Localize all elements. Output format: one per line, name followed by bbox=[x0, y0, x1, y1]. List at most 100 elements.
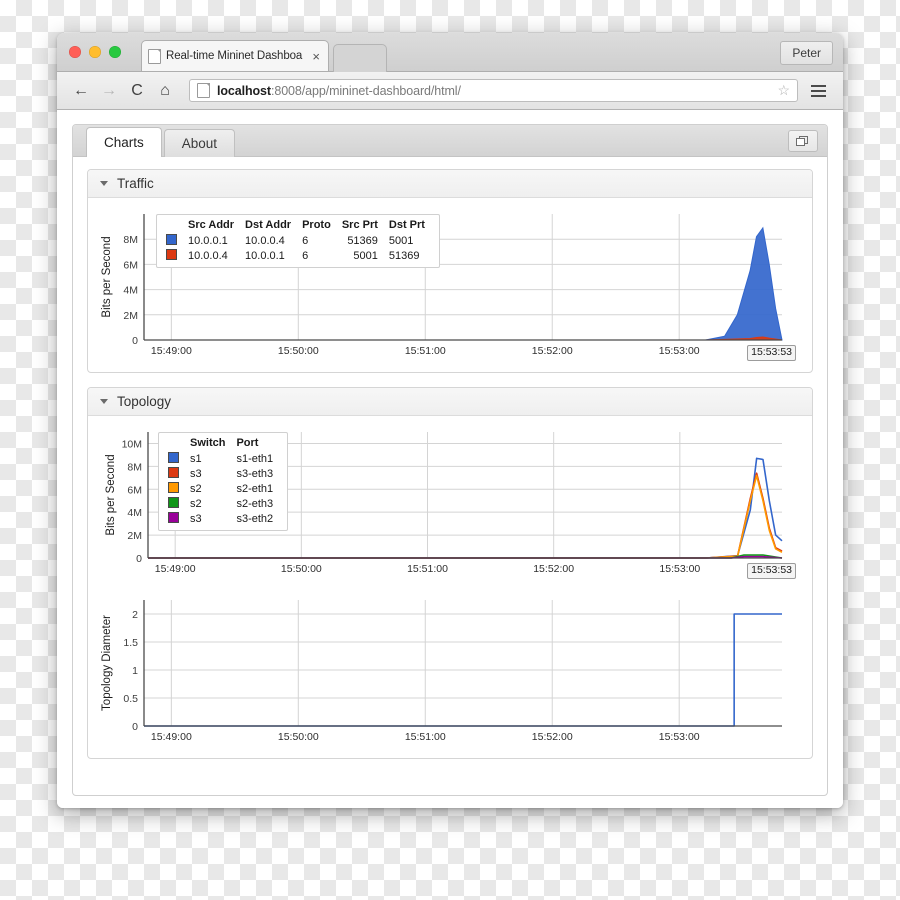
minimize-window-button[interactable] bbox=[89, 46, 101, 58]
home-icon[interactable]: ⌂ bbox=[153, 79, 177, 103]
svg-text:15:53:00: 15:53:00 bbox=[659, 731, 700, 743]
url-host: localhost bbox=[217, 83, 271, 98]
svg-text:0: 0 bbox=[132, 721, 138, 733]
panel-traffic: Traffic 0 2M 4M 6M 8M 15:49:00 15:50:00 15:51:0… bbox=[87, 169, 813, 373]
legend-swatch bbox=[164, 496, 186, 511]
table-row[interactable]: s3 s3-eth3 bbox=[164, 466, 280, 481]
open-in-new-window-button[interactable] bbox=[788, 130, 818, 152]
table-row[interactable]: 10.0.0.1 10.0.0.4 6 51369 5001 bbox=[162, 233, 432, 248]
chevron-down-icon[interactable] bbox=[100, 181, 108, 186]
svg-text:4M: 4M bbox=[127, 507, 142, 519]
diameter-chart-canvas: 0 0.5 1 1.5 2 15:49:00 15:50:00 15:51:00 15:52:0… bbox=[101, 600, 782, 743]
address-bar-url: localhost:8008/app/mininet-dashboard/htm… bbox=[217, 84, 461, 98]
bookmark-star-icon[interactable]: ☆ bbox=[777, 82, 790, 99]
table-row[interactable]: 10.0.0.4 10.0.0.1 6 5001 51369 bbox=[162, 248, 432, 263]
back-icon[interactable]: ← bbox=[69, 79, 93, 103]
svg-text:6M: 6M bbox=[127, 484, 142, 496]
cell-dst-prt: 5001 bbox=[388, 234, 414, 247]
col-dst-prt: Dst Prt bbox=[388, 219, 425, 231]
svg-text:15:49:00: 15:49:00 bbox=[155, 563, 196, 575]
panel-topology-title: Topology bbox=[117, 394, 172, 409]
color-swatch-green bbox=[168, 497, 179, 508]
legend-swatch bbox=[162, 248, 184, 263]
traffic-legend: Src Addr Dst Addr Proto Src Prt Dst Prt bbox=[156, 214, 440, 268]
svg-text:15:52:00: 15:52:00 bbox=[533, 563, 574, 575]
cell-port: s2-eth3 bbox=[236, 497, 274, 510]
svg-text:15:50:00: 15:50:00 bbox=[281, 563, 322, 575]
col-port: Port bbox=[236, 437, 259, 449]
svg-text:0.5: 0.5 bbox=[123, 693, 138, 705]
table-row[interactable]: s1 s1-eth1 bbox=[164, 451, 280, 466]
traffic-legend-table: Src Addr Dst Addr Proto Src Prt Dst Prt bbox=[162, 218, 432, 263]
color-swatch-orange bbox=[168, 482, 179, 493]
topology-traffic-chart: 0 2M 4M 6M 8M 10M 15:49:00 15:50:00 15:51:00 15:5… bbox=[96, 426, 804, 584]
chevron-down-icon[interactable] bbox=[100, 399, 108, 404]
browser-tab-title: Real-time Mininet Dashboa bbox=[166, 50, 303, 62]
svg-text:1.5: 1.5 bbox=[123, 637, 138, 649]
col-proto: Proto bbox=[302, 219, 331, 231]
cell-port: s2-eth1 bbox=[236, 482, 274, 495]
tab-about[interactable]: About bbox=[163, 129, 236, 157]
panel-topology-header[interactable]: Topology bbox=[88, 388, 812, 416]
color-swatch-purple bbox=[168, 512, 179, 523]
color-swatch-blue bbox=[168, 452, 179, 463]
svg-text:15:52:00: 15:52:00 bbox=[532, 345, 573, 357]
color-swatch-red bbox=[168, 467, 179, 478]
panel-topology: Topology 0 2M 4M 6M 8M 10M 15:49:00 15:50:00 15:… bbox=[87, 387, 813, 759]
col-switch: Switch bbox=[190, 437, 226, 449]
cell-switch: s3 bbox=[190, 512, 202, 525]
svg-text:15:51:00: 15:51:00 bbox=[405, 731, 446, 743]
close-icon[interactable]: × bbox=[310, 50, 322, 63]
svg-text:1: 1 bbox=[132, 665, 138, 677]
cell-port: s3-eth2 bbox=[236, 512, 274, 525]
cell-dst-prt: 51369 bbox=[388, 249, 420, 262]
legend-swatch-header bbox=[162, 218, 184, 233]
cell-src-prt: 51369 bbox=[347, 234, 378, 247]
color-swatch-red bbox=[166, 249, 177, 260]
window-controls bbox=[69, 46, 121, 58]
svg-text:15:50:00: 15:50:00 bbox=[278, 731, 319, 743]
new-tab-button[interactable] bbox=[333, 44, 387, 72]
legend-swatch bbox=[164, 511, 186, 526]
forward-icon[interactable]: → bbox=[97, 79, 121, 103]
svg-text:15:53:00: 15:53:00 bbox=[659, 345, 700, 357]
site-icon bbox=[197, 83, 210, 98]
cell-switch: s2 bbox=[190, 482, 202, 495]
cell-switch: s1 bbox=[190, 452, 202, 465]
close-window-button[interactable] bbox=[69, 46, 81, 58]
cell-dst-addr: 10.0.0.1 bbox=[245, 249, 285, 262]
hamburger-menu-icon[interactable] bbox=[808, 79, 831, 103]
svg-text:2M: 2M bbox=[123, 310, 138, 322]
legend-swatch bbox=[164, 466, 186, 481]
topology-legend: Switch Port s1 s1-eth1 s3 s3-eth3 s2 s2-… bbox=[158, 432, 289, 531]
cell-port: s1-eth1 bbox=[236, 452, 274, 465]
svg-text:15:52:00: 15:52:00 bbox=[532, 731, 573, 743]
topology-legend-table: Switch Port s1 s1-eth1 s3 s3-eth3 s2 s2-… bbox=[164, 436, 280, 526]
browser-tab-active[interactable]: Real-time Mininet Dashboa × bbox=[141, 40, 329, 71]
table-row[interactable]: s2 s2-eth3 bbox=[164, 496, 280, 511]
reload-icon[interactable]: C bbox=[125, 79, 149, 103]
svg-text:15:51:00: 15:51:00 bbox=[407, 563, 448, 575]
cell-proto: 6 bbox=[302, 234, 309, 247]
table-row[interactable]: s3 s3-eth2 bbox=[164, 511, 280, 526]
table-row[interactable]: s2 s2-eth1 bbox=[164, 481, 280, 496]
tab-charts[interactable]: Charts bbox=[86, 127, 162, 157]
traffic-current-time-badge: 15:53:53 bbox=[747, 345, 796, 361]
panel-traffic-header[interactable]: Traffic bbox=[88, 170, 812, 198]
legend-swatch bbox=[164, 481, 186, 496]
svg-text:15:49:00: 15:49:00 bbox=[151, 345, 192, 357]
dashboard-frame: Charts About Traffic 0 2M 4M 6M 8M 15:49… bbox=[72, 124, 828, 796]
user-profile-button[interactable]: Peter bbox=[780, 41, 833, 65]
svg-text:8M: 8M bbox=[127, 461, 142, 473]
topology-current-time-badge: 15:53:53 bbox=[747, 563, 796, 579]
cell-proto: 6 bbox=[302, 249, 309, 262]
panel-topology-body: 0 2M 4M 6M 8M 10M 15:49:00 15:50:00 15:51:00 15:5… bbox=[88, 416, 812, 758]
cell-port: s3-eth3 bbox=[236, 467, 274, 480]
topology-diameter-chart: 0 0.5 1 1.5 2 15:49:00 15:50:00 15:51:00 15:52:0… bbox=[96, 594, 804, 752]
cell-src-addr: 10.0.0.4 bbox=[188, 249, 228, 262]
address-bar[interactable]: localhost:8008/app/mininet-dashboard/htm… bbox=[189, 79, 798, 102]
maximize-window-button[interactable] bbox=[109, 46, 121, 58]
cell-dst-addr: 10.0.0.4 bbox=[245, 234, 285, 247]
page-icon bbox=[148, 48, 161, 64]
browser-window: Real-time Mininet Dashboa × Peter ← → C … bbox=[57, 33, 843, 808]
